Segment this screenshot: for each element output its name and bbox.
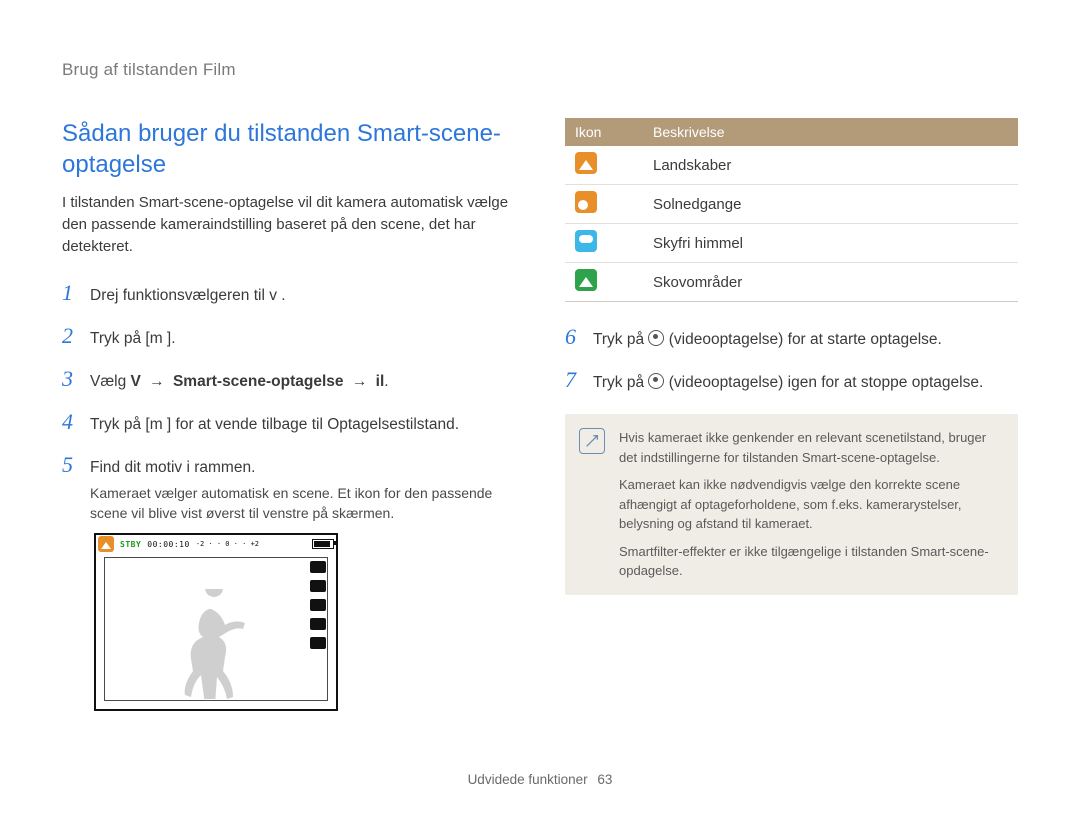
step-3: Vælg V → Smart-scene-optagelse → il. (62, 362, 515, 395)
record-button-icon (648, 373, 664, 389)
step-6: Tryk på (videooptagelse) for at starte o… (565, 320, 1018, 353)
step6-after: (videooptagelse) for at starte optagelse… (664, 331, 941, 348)
step-4: Tryk på [m ] for at vende tilbage til Op… (62, 405, 515, 438)
step7-before: Tryk på (593, 374, 648, 391)
table-row: Solnedgange (565, 185, 1018, 224)
table-row: Skyfri himmel (565, 224, 1018, 263)
table-desc: Solnedgange (643, 185, 1018, 224)
record-button-icon (648, 330, 664, 346)
step-text: Vælg V → Smart-scene-optagelse → il. (90, 370, 515, 393)
sky-icon (575, 230, 597, 252)
ev-scale: -2 · · 0 · · +2 (196, 540, 259, 548)
step-7: Tryk på (videooptagelse) igen for at sto… (565, 363, 1018, 396)
silhouette-figure (176, 589, 256, 699)
table-row: Landskaber (565, 146, 1018, 185)
steps-list-right: Tryk på (videooptagelse) for at starte o… (565, 320, 1018, 396)
step-text: Tryk på [m ]. (90, 327, 515, 350)
camera-topbar: STBY 00:00:10 -2 · · 0 · · +2 (98, 537, 334, 551)
table-header-desc: Beskrivelse (643, 118, 1018, 146)
step-text: Tryk på (videooptagelse) for at starte o… (593, 328, 1018, 351)
footer-label: Udvidede funktioner (468, 772, 588, 787)
arrow-icon: → (145, 373, 169, 390)
icon-description-table: Ikon Beskrivelse Landskaber Solnedgange (565, 118, 1018, 302)
table-desc: Skovområder (643, 263, 1018, 302)
step3-mid: Smart-scene-optagelse (173, 373, 344, 390)
step5-sub: Kameraet vælger automatisk en scene. Et … (90, 483, 515, 524)
battery-icon (312, 539, 334, 549)
breadcrumb: Brug af tilstanden Film (62, 60, 1018, 80)
camera-preview: STBY 00:00:10 -2 · · 0 · · +2 (94, 533, 338, 711)
sunset-icon (575, 191, 597, 213)
step7-after: (videooptagelse) igen for at stoppe opta… (664, 374, 983, 391)
landscape-icon (575, 152, 597, 174)
step-text: Tryk på (videooptagelse) igen for at sto… (593, 371, 1018, 394)
step3-v: V (131, 373, 141, 390)
step-text: Tryk på [m ] for at vende tilbage til Op… (90, 413, 515, 436)
note-box: Hvis kameraet ikke genkender en relevant… (565, 414, 1018, 595)
table-desc: Landskaber (643, 146, 1018, 185)
side-icon (310, 637, 326, 649)
step-text: Find dit motiv i rammen. Kameraet vælger… (90, 456, 515, 524)
side-icon (310, 618, 326, 630)
note-paragraph: Hvis kameraet ikke genkender en relevant… (619, 428, 1002, 467)
table-row: Skovområder (565, 263, 1018, 302)
note-paragraph: Kameraet kan ikke nødvendigvis vælge den… (619, 475, 1002, 534)
side-icon (310, 561, 326, 573)
step5-main: Find dit motiv i rammen. (90, 459, 255, 476)
steps-list-left: Drej funktionsvælgeren til v . Tryk på [… (62, 276, 515, 524)
side-icon (310, 599, 326, 611)
page-footer: Udvidede funktioner 63 (0, 772, 1080, 787)
side-icon (310, 580, 326, 592)
right-column: Ikon Beskrivelse Landskaber Solnedgange (565, 118, 1018, 711)
note-icon (579, 428, 605, 454)
step6-before: Tryk på (593, 331, 648, 348)
note-paragraph: Smartfilter-effekter er ikke tilgængelig… (619, 542, 1002, 581)
step-text: Drej funktionsvælgeren til v . (90, 284, 515, 307)
manual-page: Brug af tilstanden Film Sådan bruger du … (0, 0, 1080, 815)
table-header-icon: Ikon (565, 118, 643, 146)
table-desc: Skyfri himmel (643, 224, 1018, 263)
page-number: 63 (597, 772, 612, 787)
intro-paragraph: I tilstanden Smart-scene-optagelse vil d… (62, 192, 515, 257)
step3-prefix: Vælg (90, 373, 131, 390)
step-2: Tryk på [m ]. (62, 319, 515, 352)
step-5: Find dit motiv i rammen. Kameraet vælger… (62, 448, 515, 524)
arrow-icon: → (348, 373, 372, 390)
timecode: 00:00:10 (147, 540, 190, 549)
step-1: Drej funktionsvælgeren til v . (62, 276, 515, 309)
section-title: Sådan bruger du tilstanden Smart-scene-o… (62, 118, 515, 180)
left-column: Sådan bruger du tilstanden Smart-scene-o… (62, 118, 515, 711)
forest-icon (575, 269, 597, 291)
step3-end: il (376, 373, 385, 390)
standby-label: STBY (120, 540, 141, 549)
scene-mode-icon (98, 536, 114, 552)
two-column-layout: Sådan bruger du tilstanden Smart-scene-o… (62, 118, 1018, 711)
camera-side-icons (310, 561, 326, 649)
